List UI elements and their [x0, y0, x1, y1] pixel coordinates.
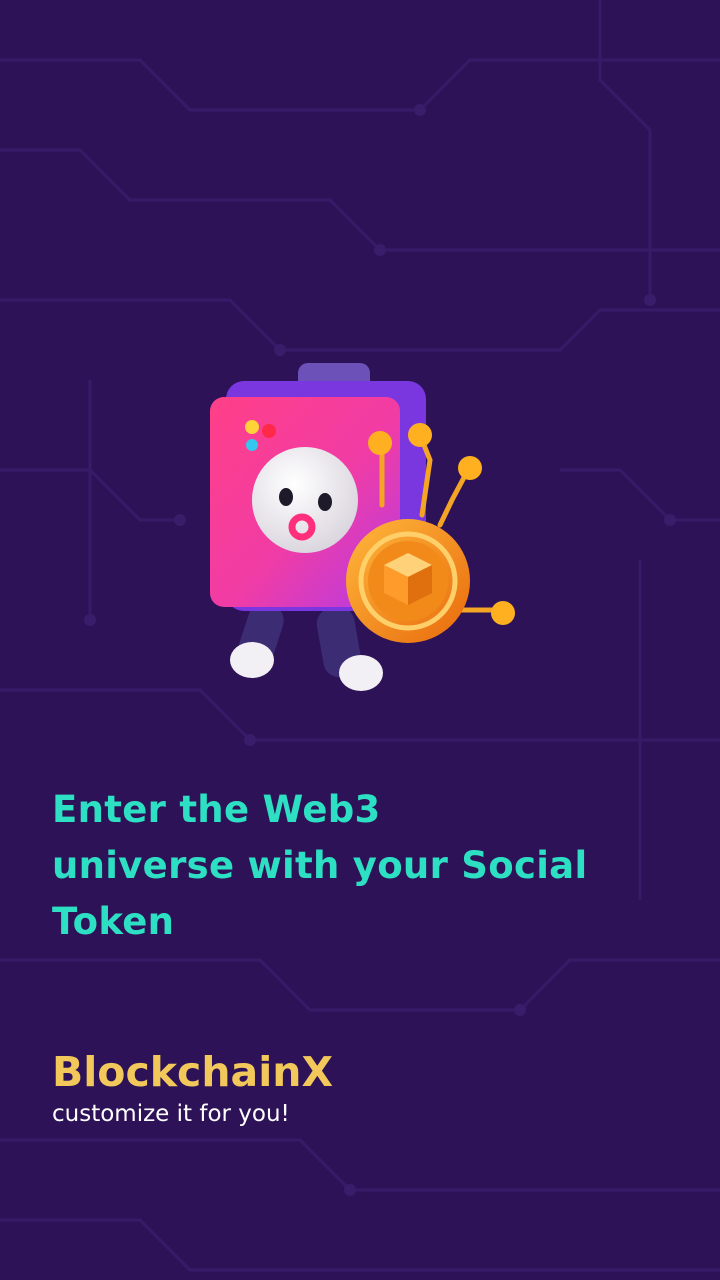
brand-tagline: customize it for you!: [52, 1101, 290, 1127]
headline-line-1: Enter the Web3: [52, 788, 381, 831]
brand-name: BlockchainX: [52, 1048, 334, 1096]
headline-line-3: Token: [52, 900, 175, 943]
headline: Enter the Web3 universe with your Social…: [52, 782, 672, 950]
headline-line-2: universe with your Social: [52, 844, 588, 887]
robot-with-coin-icon: [210, 363, 515, 691]
